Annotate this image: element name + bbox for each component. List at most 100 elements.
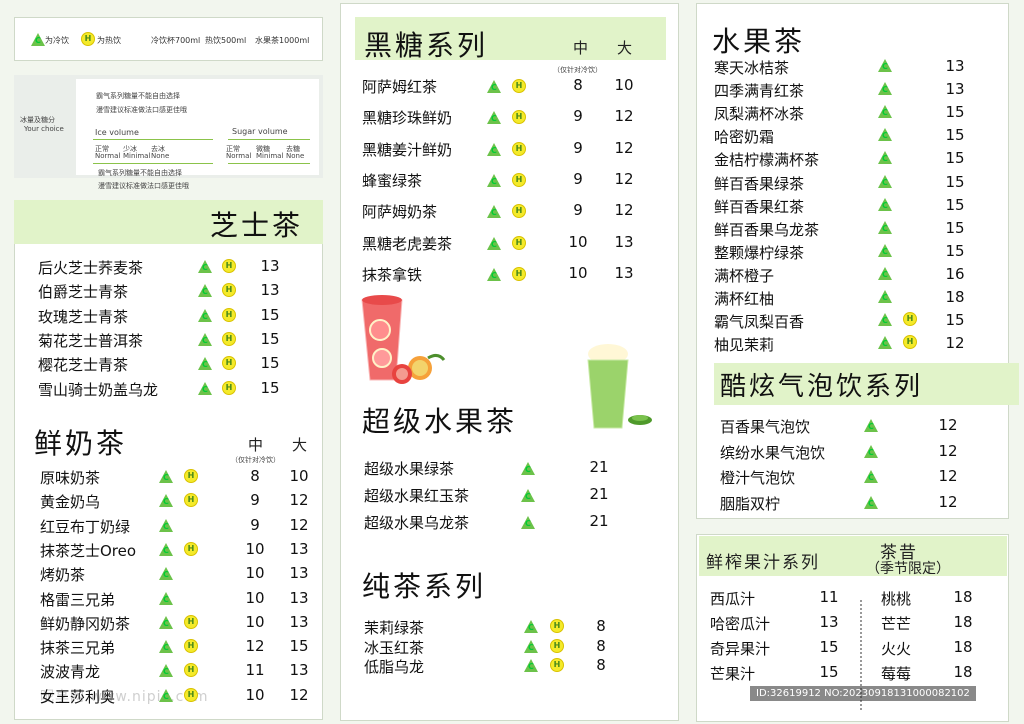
ice-label: Ice volume — [95, 128, 139, 137]
menu-item-name: 樱花芝士青茶 — [38, 356, 129, 375]
menu-item-name: 四季满青红茶 — [714, 82, 805, 101]
brown-title: 黑糖系列 — [364, 29, 489, 62]
hot-icon: H — [512, 235, 526, 250]
menu-item-price-mid: 9 — [250, 515, 260, 534]
cold-icon: C — [159, 615, 173, 629]
menu-item-price-large: 12 — [614, 201, 634, 220]
menu-item-name: 抹茶拿铁 — [362, 265, 423, 284]
cold-icon: C — [159, 664, 173, 678]
menu-item-name: 超级水果绿茶 — [364, 460, 455, 478]
menu-item-name: 寒天冰桔茶 — [714, 59, 790, 77]
menu-item-name: 芒果汁 — [710, 665, 756, 683]
menu-item-price-mid: 10 — [245, 588, 265, 607]
cold-icon: C — [198, 284, 212, 298]
cold-icon: C — [878, 243, 892, 257]
menu-item-name: 鲜奶静冈奶茶 — [40, 614, 131, 633]
hot-icon: H — [512, 266, 526, 281]
menu-item-name: 莓莓 — [881, 665, 912, 683]
menu-item-name: 奇异果汁 — [710, 640, 771, 658]
menu-item-price-mid: 9 — [573, 107, 583, 126]
menu-item-price-large: 12 — [614, 107, 634, 126]
menu-item-name: 缤纷水果气泡饮 — [720, 443, 826, 462]
cold-icon: C — [864, 419, 878, 432]
menu-item-price: 13 — [945, 80, 965, 99]
cold-icon: C — [878, 336, 892, 350]
menu-item-price-mid: 9 — [573, 201, 583, 220]
menu-item-name: 低脂乌龙 — [364, 658, 425, 676]
seasonal-subtitle: （季节限定） — [866, 561, 950, 577]
cold-icon: C — [524, 620, 538, 633]
menu-item-price-mid: 8 — [250, 467, 260, 485]
cold-icon: C — [878, 266, 892, 280]
hot-icon: H — [550, 638, 564, 653]
cold-icon: C — [878, 82, 892, 96]
menu-item-name: 柚见茉莉 — [714, 336, 775, 355]
milk-mid-header: 中 — [248, 436, 264, 454]
hot-icon: H — [222, 307, 236, 322]
cheese-title: 芝士茶 — [210, 209, 304, 242]
cold-icon: C — [487, 236, 501, 250]
ice-option-en: Normal — [95, 152, 121, 160]
cold-icon: C — [487, 142, 501, 156]
menu-item-price: 15 — [819, 638, 839, 656]
cold-icon: C — [864, 470, 878, 483]
menu-item-name: 冰玉红茶 — [364, 638, 425, 657]
hot-icon: H — [512, 141, 526, 156]
cold-icon: C — [521, 516, 535, 529]
cold-icon: C — [487, 111, 501, 125]
menu-item-name: 女王莎利奥 — [40, 687, 116, 706]
hot-icon: H — [512, 172, 526, 187]
menu-item-price-large: 10 — [614, 76, 634, 94]
hot-icon: H — [222, 259, 236, 273]
menu-item-name: 胭脂双柠 — [720, 494, 781, 513]
sugar-option-en: Normal — [226, 152, 252, 160]
hot-legend-label: 为热饮 — [97, 36, 121, 45]
menu-item-price-mid: 10 — [568, 232, 588, 251]
menu-item-price-large: 13 — [289, 661, 309, 680]
menu-item-price: 12 — [938, 441, 958, 460]
cold-icon: C — [198, 381, 212, 395]
menu-item-price-large: 13 — [289, 588, 309, 607]
menu-item-price-large: 10 — [289, 467, 309, 485]
menu-item-name: 格雷三兄弟 — [40, 590, 116, 609]
choice-title: 冰量及糖分 — [20, 116, 55, 124]
menu-item-name: 橙汁气泡饮 — [720, 469, 796, 487]
menu-item-price: 15 — [945, 103, 965, 122]
menu-item-price: 12 — [945, 334, 965, 353]
menu-item-price: 8 — [596, 636, 606, 655]
grapefruit-drink-image — [361, 295, 446, 384]
menu-item-name: 黑糖姜汁鲜奶 — [362, 140, 453, 159]
menu-item-price: 18 — [953, 663, 973, 681]
menu-item-price: 8 — [596, 656, 606, 674]
menu-item-price: 16 — [945, 264, 965, 283]
juice-title: 鲜榨果汁系列 — [706, 553, 820, 573]
cold-icon: C — [198, 260, 212, 273]
menu-item-name: 雪山骑士奶盖乌龙 — [38, 380, 159, 399]
menu-item-name: 鲜百香果绿茶 — [714, 174, 805, 193]
cold-icon: C — [878, 174, 892, 188]
menu-item-price-mid: 8 — [573, 76, 583, 94]
brown-large-header: 大 — [617, 39, 633, 57]
menu-item-price-mid: 9 — [573, 169, 583, 188]
hot-icon: H — [184, 541, 198, 556]
cold-icon: C — [31, 33, 45, 46]
menu-item-name: 玫瑰芝士青茶 — [38, 307, 129, 326]
brown-note: （仅针对冷饮） — [553, 66, 602, 74]
menu-item-name: 红豆布丁奶绿 — [40, 517, 131, 536]
menu-item-price-mid: 9 — [250, 491, 260, 510]
cold-icon: C — [198, 357, 212, 371]
cold-icon: C — [159, 470, 173, 483]
cold-icon: C — [878, 313, 892, 327]
brown-mid-header: 中 — [573, 39, 589, 57]
milk-title: 鲜奶茶 — [34, 427, 128, 460]
menu-item-price: 11 — [819, 588, 839, 606]
sugar-option-en: Minimal — [256, 152, 284, 160]
hot-icon: H — [222, 380, 236, 395]
menu-item-price: 15 — [260, 305, 280, 324]
hot-icon: H — [184, 687, 198, 702]
menu-item-price-large: 12 — [289, 491, 309, 510]
menu-item-name: 满杯橙子 — [714, 266, 775, 285]
menu-item-price: 13 — [260, 281, 280, 300]
menu-item-name: 菊花芝士普洱茶 — [38, 331, 144, 350]
size-hot: 热饮500ml — [205, 36, 247, 45]
